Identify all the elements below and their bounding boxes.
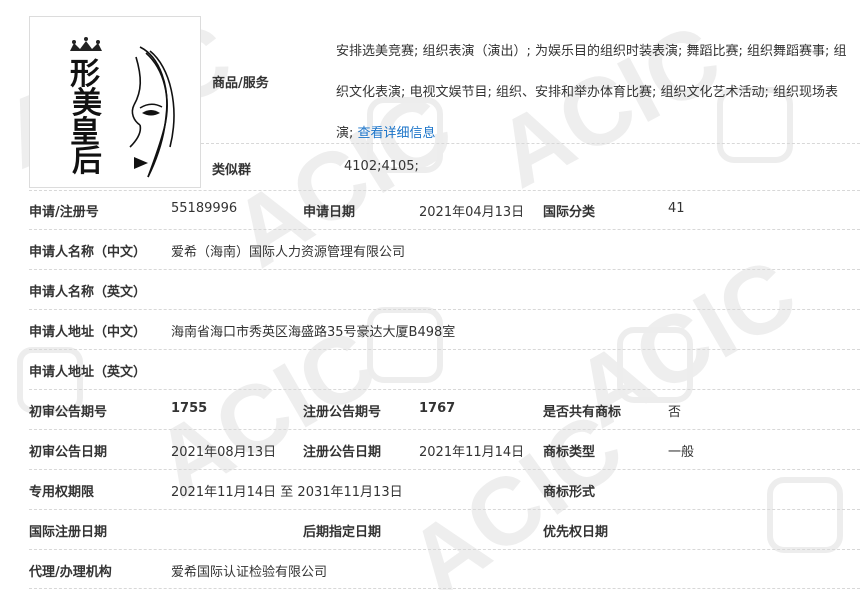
crown-icon bbox=[70, 37, 102, 51]
divider bbox=[29, 588, 860, 589]
address-en-label: 申请人地址（英文） bbox=[29, 365, 147, 380]
divider bbox=[29, 349, 860, 350]
trademark-form-label: 商标形式 bbox=[543, 485, 596, 500]
agent-value: 爱希国际认证检验有限公司 bbox=[171, 565, 328, 580]
prelim-no-value: 1755 bbox=[171, 401, 208, 416]
reg-pub-date-label: 注册公告日期 bbox=[303, 445, 382, 460]
intl-class-value: 41 bbox=[668, 201, 685, 216]
reg-pub-no-value: 1767 bbox=[419, 401, 456, 416]
term-value: 2021年11月14日 至 2031年11月13日 bbox=[171, 485, 403, 500]
eye-icon bbox=[139, 103, 163, 116]
reg-pub-date-value: 2021年11月14日 bbox=[419, 445, 525, 460]
intl-class-label: 国际分类 bbox=[543, 205, 596, 220]
address-cn-label: 申请人地址（中文） bbox=[29, 325, 147, 340]
prelim-date-value: 2021年08月13日 bbox=[171, 445, 277, 460]
later-designation-label: 后期指定日期 bbox=[303, 525, 382, 540]
divider bbox=[29, 429, 860, 430]
prelim-no-label: 初审公告期号 bbox=[29, 405, 108, 420]
logo-char: 后 bbox=[72, 144, 102, 179]
priority-date-label: 优先权日期 bbox=[543, 525, 609, 540]
goods-label: 商品/服务 bbox=[212, 76, 269, 91]
trademark-logo: 形 美 皇 后 bbox=[70, 37, 175, 179]
reg-no-label: 申请/注册号 bbox=[29, 205, 99, 220]
divider bbox=[201, 143, 860, 144]
similar-group-value: 4102;4105; bbox=[344, 159, 419, 174]
reg-no-value: 55189996 bbox=[171, 201, 238, 216]
divider bbox=[29, 509, 860, 510]
prelim-date-label: 初审公告日期 bbox=[29, 445, 108, 460]
app-date-label: 申请日期 bbox=[303, 205, 356, 220]
applicant-en-label: 申请人名称（英文） bbox=[29, 285, 147, 300]
divider bbox=[29, 229, 860, 230]
lips-icon bbox=[134, 157, 148, 169]
applicant-cn-value: 爱希（海南）国际人力资源管理有限公司 bbox=[171, 245, 406, 260]
app-date-value: 2021年04月13日 bbox=[419, 205, 525, 220]
agent-label: 代理/办理机构 bbox=[29, 565, 112, 580]
divider bbox=[29, 309, 860, 310]
goods-services-text: 安排选美竞赛; 组织表演（演出）; 为娱乐目的组织时装表演; 舞蹈比赛; 组织舞… bbox=[336, 31, 851, 154]
divider bbox=[29, 389, 860, 390]
view-details-link[interactable]: 查看详细信息 bbox=[358, 126, 436, 141]
term-label: 专用权期限 bbox=[29, 485, 95, 500]
divider bbox=[29, 469, 860, 470]
shared-label: 是否共有商标 bbox=[543, 405, 622, 420]
similar-group-label: 类似群 bbox=[212, 163, 252, 178]
applicant-cn-label: 申请人名称（中文） bbox=[29, 245, 147, 260]
address-cn-value: 海南省海口市秀英区海盛路35号豪达大厦B498室 bbox=[171, 325, 456, 340]
trademark-type-label: 商标类型 bbox=[543, 445, 596, 460]
divider bbox=[29, 269, 860, 270]
shared-value: 否 bbox=[668, 405, 682, 420]
divider bbox=[29, 190, 860, 191]
divider bbox=[29, 549, 860, 550]
trademark-detail: 形 美 皇 后 商品/服务 安排选美竞赛; 组织表演（演出）; 为娱乐目的组织时… bbox=[0, 0, 860, 590]
intl-reg-date-label: 国际注册日期 bbox=[29, 525, 108, 540]
trademark-type-value: 一般 bbox=[668, 445, 695, 460]
reg-pub-no-label: 注册公告期号 bbox=[303, 405, 382, 420]
trademark-image: 形 美 皇 后 bbox=[29, 16, 201, 188]
